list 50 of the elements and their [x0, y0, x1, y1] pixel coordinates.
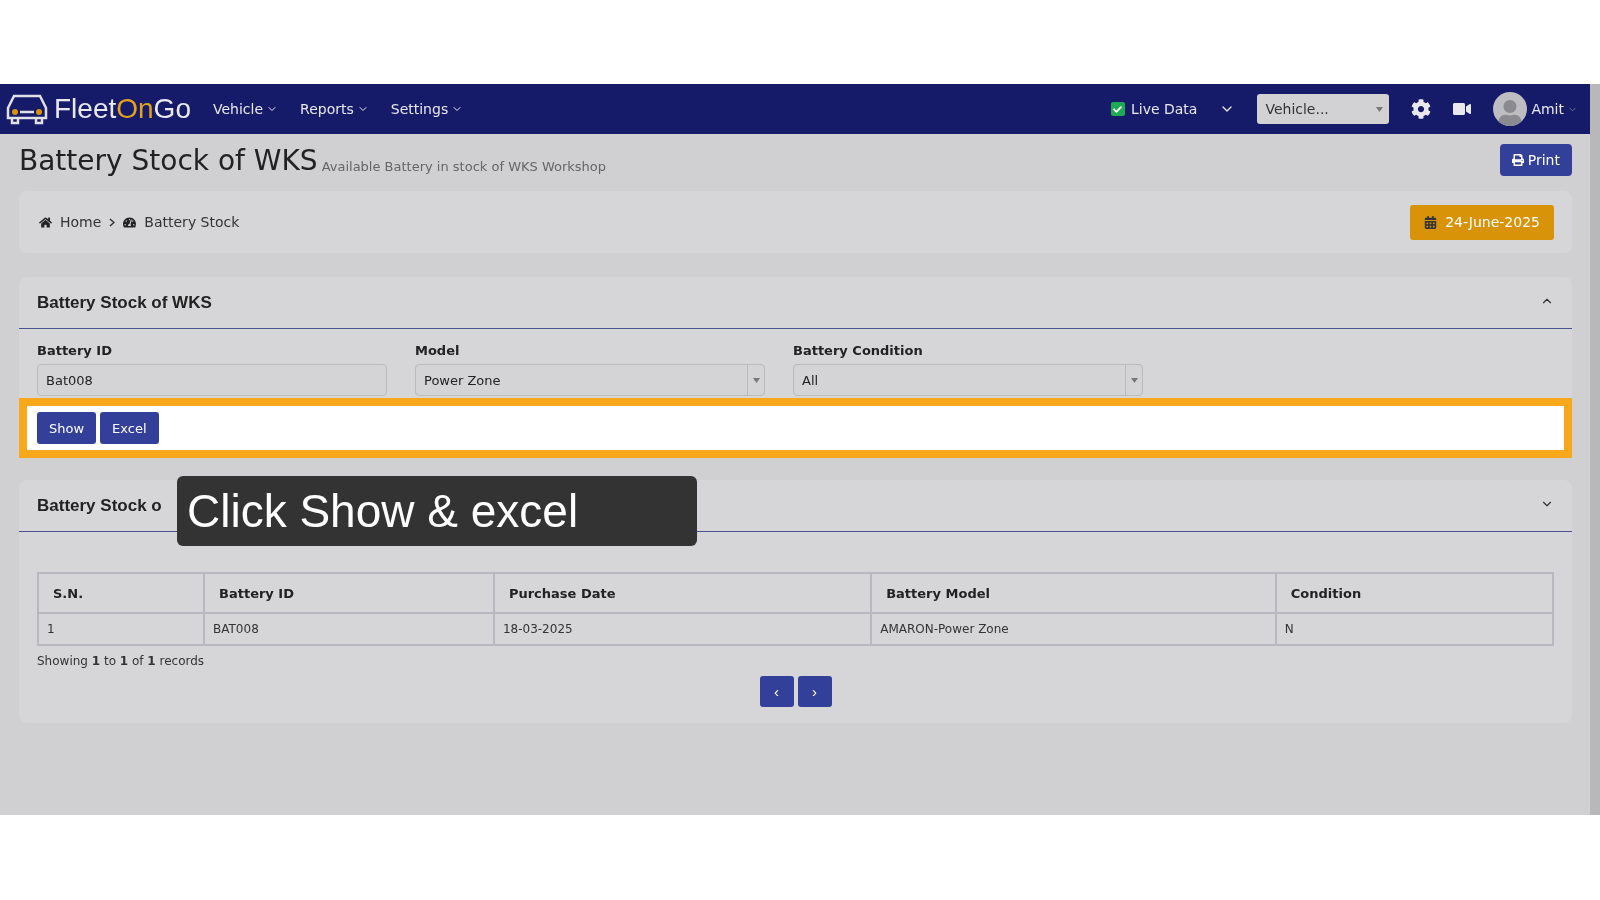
car-logo-icon — [4, 92, 50, 126]
table-cell: 1 — [38, 613, 205, 645]
live-data-label: Live Data — [1130, 101, 1198, 117]
chevron-right-icon — [109, 217, 116, 227]
previous-page-button[interactable]: ‹ — [759, 676, 794, 707]
breadcrumb-link[interactable]: Home — [60, 214, 102, 230]
column-header: S.N. — [38, 573, 205, 613]
callout-text: Click Show & excel — [187, 484, 579, 538]
field-label: Battery ID — [37, 343, 113, 358]
user-avatar[interactable] — [1493, 92, 1528, 126]
input-field[interactable]: Bat008 — [37, 364, 387, 396]
caret-icon — [752, 377, 760, 383]
table-cell: BAT008 — [204, 613, 494, 645]
column-header: Condition — [1275, 573, 1553, 613]
field-label: Battery Condition — [793, 343, 924, 358]
nav-menu[interactable]: Reports — [300, 101, 369, 117]
nav-menu[interactable]: Settings — [390, 101, 464, 117]
column-header: Battery ID — [204, 573, 494, 613]
show-button[interactable]: Show — [37, 412, 97, 444]
column-header: Purchase Date — [493, 573, 872, 613]
next-page-button[interactable]: › — [797, 676, 832, 707]
caret-icon — [1376, 106, 1384, 112]
live-data-checkbox[interactable] — [1110, 102, 1125, 116]
print-button[interactable]: Print — [1499, 144, 1572, 176]
app-logo[interactable]: FleetOnGo — [54, 93, 191, 125]
page-title: Battery Stock of WKS — [19, 144, 318, 177]
scrollbar[interactable] — [1590, 84, 1600, 815]
table-cell: 18-03-2025 — [493, 613, 872, 645]
vehicle-select[interactable]: Vehicle... — [1257, 94, 1390, 124]
column-header: Battery Model — [871, 573, 1276, 613]
calendar-icon — [1424, 215, 1438, 229]
breadcrumb-current: Battery Stock — [144, 214, 240, 230]
home-icon — [39, 215, 52, 229]
table-cell: AMARON-Power Zone — [871, 613, 1276, 645]
page-subtitle: Available Battery in stock of WKS Workshop — [321, 159, 607, 176]
dashboard-icon — [123, 215, 137, 229]
table-cell: N — [1275, 613, 1553, 645]
records-summary: Showing 1 to 1 of 1 records — [37, 654, 206, 668]
user-menu[interactable]: Amit — [1531, 101, 1578, 117]
video-camera-icon[interactable] — [1453, 100, 1472, 118]
card-title: Battery Stock o — [37, 495, 162, 516]
field-label: Model — [415, 343, 461, 358]
card-title: Battery Stock of WKS — [37, 292, 212, 313]
excel-button[interactable]: Excel — [100, 412, 159, 444]
select-field[interactable]: Power Zone — [415, 364, 765, 396]
settings-icon[interactable] — [1411, 99, 1432, 119]
nav-menu[interactable]: Vehicle — [212, 101, 279, 117]
printer-icon — [1511, 154, 1524, 166]
select-field[interactable]: All — [793, 364, 1143, 396]
caret-icon — [1130, 377, 1138, 383]
